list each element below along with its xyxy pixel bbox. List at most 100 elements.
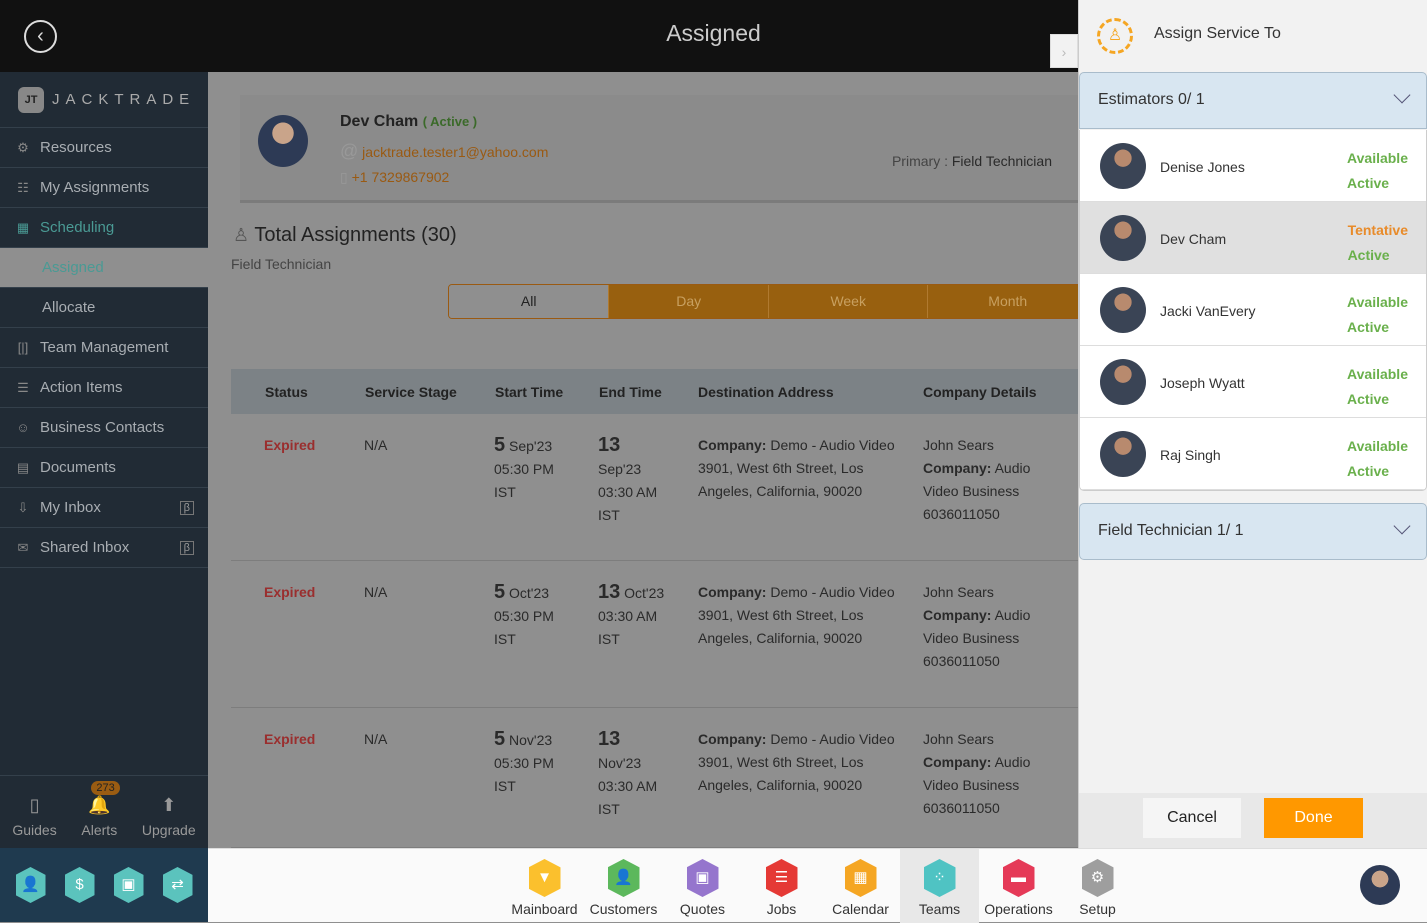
- sidebar-item-documents[interactable]: ▤ Documents: [0, 448, 208, 488]
- footer-upgrade[interactable]: ⬆ Upgrade: [142, 795, 196, 838]
- sidebar-item-team-management[interactable]: [|] Team Management: [0, 328, 208, 368]
- status-badge: ( Active ): [422, 114, 478, 129]
- sidebar-item-assigned[interactable]: Assigned: [0, 248, 208, 288]
- nav-setup[interactable]: ⚙ Setup: [1058, 849, 1137, 923]
- person-item-jacki-vanevery[interactable]: Jacki VanEvery Available Active: [1080, 274, 1426, 346]
- done-button[interactable]: Done: [1264, 798, 1363, 838]
- table-header: Status Service Stage Start Time End Time Des…: [231, 369, 1078, 414]
- person-name: Jacki VanEvery: [1160, 303, 1256, 319]
- estimators-accordion[interactable]: Estimators 0/ 1: [1079, 72, 1427, 129]
- avatar: [1100, 287, 1146, 333]
- avatar: [1100, 359, 1146, 405]
- start-tz: IST: [494, 484, 516, 500]
- brand-name: JACKTRADE: [52, 91, 196, 108]
- nav-quotes[interactable]: ▣ Quotes: [663, 849, 742, 923]
- tab-month[interactable]: Month: [927, 285, 1087, 318]
- nav-teams[interactable]: ⁘ Teams: [900, 849, 979, 923]
- alerts-icon: 🔔: [88, 795, 111, 815]
- person-item-dev-cham[interactable]: Dev Cham Tentative Active: [1080, 202, 1426, 274]
- profile-email[interactable]: @ jacktrade.tester1@yahoo.com: [340, 141, 548, 162]
- mail-icon: ✉: [17, 539, 29, 555]
- user-avatar[interactable]: [1360, 865, 1400, 905]
- sidebar-item-scheduling[interactable]: ▦ Scheduling: [0, 208, 208, 248]
- nav-operations[interactable]: ▬ Operations: [979, 849, 1058, 923]
- logo: JT JACKTRADE: [0, 72, 208, 128]
- sidebar-item-business-contacts[interactable]: ☺ Business Contacts: [0, 408, 208, 448]
- company-phone: 6036011050: [923, 800, 1000, 816]
- sidebar-item-my-inbox[interactable]: ⇩ My Inbox β: [0, 488, 208, 528]
- column-header-company-details: Company Details: [923, 384, 1037, 400]
- address-label: Company:: [698, 437, 767, 453]
- collapse-panel-button[interactable]: ›: [1050, 34, 1078, 68]
- nav-jobs[interactable]: ☰ Jobs: [742, 849, 821, 923]
- end-time: 03:30 AM: [598, 484, 658, 500]
- footer-label: Guides: [12, 822, 57, 838]
- table-row[interactable]: Expired N/A 5 Oct'23 05:30 PM IST 13 Oct'23 03…: [231, 561, 1078, 708]
- primary-value: Field Technician: [951, 153, 1052, 169]
- column-header-start-time: Start Time: [495, 384, 564, 400]
- nav-mainboard[interactable]: ▼ Mainboard: [505, 849, 584, 923]
- sidebar-item-resources[interactable]: ⚙ Resources: [0, 128, 208, 168]
- end-day: 13: [598, 434, 621, 456]
- panel-actions: Cancel Done: [1079, 793, 1427, 848]
- status-cell: Expired: [264, 581, 354, 604]
- start-month: Nov'23: [509, 732, 553, 748]
- footer-label: Upgrade: [141, 822, 196, 838]
- person-item-denise-jones[interactable]: Denise Jones Available Active: [1080, 130, 1426, 202]
- active-status: Active: [1347, 391, 1390, 407]
- tab-week[interactable]: Week: [767, 285, 928, 318]
- sidebar: JT JACKTRADE ⚙ Resources ☷ My Assignments ▦ Sc…: [0, 72, 208, 848]
- footer-guides[interactable]: ▯ Guides: [12, 795, 56, 838]
- address-text: 3901, West 6th Street, Los Angeles, Cali…: [698, 607, 864, 646]
- destination-address-cell: Company: Demo - Audio Video 3901, West 6t…: [698, 728, 898, 797]
- profile-phone[interactable]: ▯ +1 7329867902: [340, 169, 449, 186]
- end-time-cell: 13 Oct'23 03:30 AM IST: [598, 581, 693, 651]
- table-row[interactable]: Expired N/A 5 Nov'23 05:30 PM IST 13 Nov'23 03:…: [231, 708, 1078, 848]
- start-time-cell: 5 Sep'23 05:30 PM IST: [494, 434, 594, 504]
- sidebar-item-my-assignments[interactable]: ☷ My Assignments: [0, 168, 208, 208]
- company-details-cell: John Sears Company: Audio Video Business 6…: [923, 434, 1053, 526]
- person-item-raj-singh[interactable]: Raj Singh Available Active: [1080, 418, 1426, 490]
- sidebar-item-allocate[interactable]: Allocate: [0, 288, 208, 328]
- clipboard-icon: ☰: [17, 379, 29, 395]
- person-item-joseph-wyatt[interactable]: Joseph Wyatt Available Active: [1080, 346, 1426, 418]
- tab-day[interactable]: Day: [608, 285, 768, 318]
- footer-alerts[interactable]: 🔔 273 Alerts: [81, 781, 120, 838]
- person-name: Denise Jones: [1160, 159, 1245, 175]
- quotes-icon: ▣: [686, 859, 719, 897]
- upgrade-icon: ⬆: [161, 795, 177, 815]
- company-line: Company: Audio Video Business: [923, 604, 1053, 650]
- nav-customers[interactable]: 👤 Customers: [584, 849, 663, 923]
- table-row[interactable]: Expired N/A 5 Sep'23 05:30 PM IST 13 Sep'23 03:…: [231, 414, 1078, 561]
- alerts-count-badge: 273: [91, 781, 120, 795]
- chevron-down-icon: [1393, 517, 1411, 535]
- user-icon[interactable]: 👤: [15, 867, 46, 903]
- sidebar-item-action-items[interactable]: ☰ Action Items: [0, 368, 208, 408]
- stage-text: N/A: [364, 584, 388, 600]
- active-status: Active: [1347, 463, 1390, 479]
- assignments-icon: ☷: [17, 179, 29, 195]
- availability-status: Available: [1347, 294, 1408, 310]
- field-technician-accordion[interactable]: Field Technician 1/ 1: [1079, 503, 1427, 560]
- start-day: 5: [494, 581, 506, 603]
- workflow-icon[interactable]: ⇄: [162, 867, 193, 903]
- total-text: Total Assignments (30): [254, 224, 457, 246]
- end-month: Oct'23: [624, 585, 665, 601]
- avatar: [258, 115, 308, 167]
- person-name: Raj Singh: [1160, 447, 1221, 463]
- cancel-button[interactable]: Cancel: [1143, 798, 1241, 838]
- company-line: Company: Audio Video Business: [923, 457, 1053, 503]
- dollar-icon[interactable]: $: [64, 867, 95, 903]
- stage-cell: N/A: [364, 581, 474, 604]
- sidebar-item-label: Team Management: [40, 339, 169, 356]
- column-header-destination-address: Destination Address: [698, 384, 834, 400]
- nav-calendar[interactable]: ▦ Calendar: [821, 849, 900, 923]
- sidebar-item-shared-inbox[interactable]: ✉ Shared Inbox β: [0, 528, 208, 568]
- money-icon[interactable]: ▣: [113, 867, 144, 903]
- tab-all[interactable]: All: [449, 285, 609, 318]
- availability-status: Available: [1347, 438, 1408, 454]
- start-time: 05:30 PM: [494, 608, 554, 624]
- calendar-icon: ▦: [16, 219, 30, 235]
- guides-icon: ▯: [29, 795, 40, 815]
- start-tz: IST: [494, 778, 516, 794]
